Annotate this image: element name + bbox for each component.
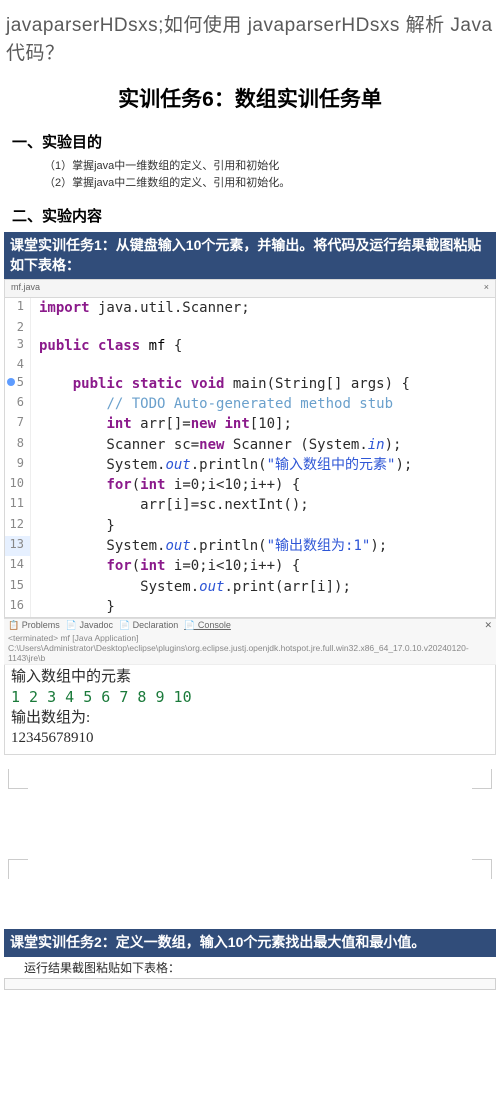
code-line: 8 Scanner sc=new Scanner (System.in); <box>5 435 495 455</box>
panel-tab[interactable]: 📄 Declaration <box>119 620 178 631</box>
task1-header: 课堂实训任务1：从键盘输入10个元素，并输出。将代码及运行结果截图粘贴如下表格： <box>4 232 496 279</box>
line-number: 13 <box>5 536 31 556</box>
line-number: 2 <box>5 319 31 336</box>
code-line: 7 int arr[]=new int[10]; <box>5 414 495 434</box>
line-number: 6 <box>5 394 31 414</box>
code-line: 4 <box>5 356 495 373</box>
goal-item: （1）掌握java中一维数组的定义、引用和初始化 <box>44 158 496 175</box>
task2-subnote: 运行结果截图粘贴如下表格： <box>24 959 496 976</box>
line-number: 10 <box>5 475 31 495</box>
bottom-panel-tabs: 📋 Problems 📄 Javadoc 📄 Declaration 📄 Consol… <box>4 618 496 632</box>
code-text: } <box>31 597 115 617</box>
code-text: public class mf { <box>31 336 182 356</box>
experiment-goals: （1）掌握java中一维数组的定义、引用和初始化 （2）掌握java中二维数组的… <box>44 158 496 191</box>
close-icon[interactable]: × <box>484 282 489 292</box>
console-line: 输出数组为: <box>11 708 489 728</box>
code-line: 14 for(int i=0;i<10;i++) { <box>5 556 495 576</box>
line-number: 8 <box>5 435 31 455</box>
line-number: 7 <box>5 414 31 434</box>
code-text: System.out.print(arr[i]); <box>31 577 351 597</box>
crop-mark-icon <box>8 769 28 789</box>
console-line: 12345678910 <box>11 728 489 748</box>
code-line: 1import java.util.Scanner; <box>5 298 495 318</box>
code-line: 15 System.out.print(arr[i]); <box>5 577 495 597</box>
line-number: 14 <box>5 556 31 576</box>
panel-tab[interactable]: 📄 Javadoc <box>66 620 113 631</box>
line-number: 16 <box>5 597 31 617</box>
close-icon[interactable]: ✕ <box>484 620 492 631</box>
section-heading-content: 二、实验内容 <box>12 205 496 226</box>
panel-tab[interactable]: 📋 Problems <box>8 620 60 631</box>
code-line: 9 System.out.println("输入数组中的元素"); <box>5 455 495 475</box>
empty-code-box <box>4 978 496 990</box>
code-text <box>31 356 39 373</box>
code-text: } <box>31 516 115 536</box>
line-number: 5 <box>5 374 31 394</box>
line-number: 1 <box>5 298 31 318</box>
line-number: 12 <box>5 516 31 536</box>
code-text <box>31 319 39 336</box>
article-title: javaparserHDsxs;如何使用 javaparserHDsxs 解析 … <box>4 8 496 73</box>
line-number: 9 <box>5 455 31 475</box>
code-line: 16 } <box>5 597 495 617</box>
code-editor: 1import java.util.Scanner;23public class… <box>4 297 496 618</box>
panel-tab[interactable]: 📄 Console <box>184 620 231 631</box>
console-line: 输入数组中的元素 <box>11 667 489 687</box>
code-text: // TODO Auto-generated method stub <box>31 394 393 414</box>
task2-header: 课堂实训任务2：定义一数组，输入10个元素找出最大值和最小值。 <box>4 929 496 957</box>
code-line: 10 for(int i=0;i<10;i++) { <box>5 475 495 495</box>
line-number: 4 <box>5 356 31 373</box>
code-text: for(int i=0;i<10;i++) { <box>31 475 300 495</box>
code-text: arr[i]=sc.nextInt(); <box>31 495 309 515</box>
crop-mark-icon <box>472 769 492 789</box>
code-line: 12 } <box>5 516 495 536</box>
code-line: 13 System.out.println("输出数组为:1"); <box>5 536 495 556</box>
code-text: import java.util.Scanner; <box>31 298 250 318</box>
code-line: 5 public static void main(String[] args)… <box>5 374 495 394</box>
editor-tab-label: mf.java <box>11 282 40 292</box>
crop-mark-icon <box>472 859 492 879</box>
code-text: for(int i=0;i<10;i++) { <box>31 556 300 576</box>
code-text: Scanner sc=new Scanner (System.in); <box>31 435 401 455</box>
crop-mark-icon <box>8 859 28 879</box>
section-heading-purpose: 一、实验目的 <box>12 131 496 152</box>
worksheet-title: 实训任务6：数组实训任务单 <box>4 83 496 113</box>
line-number: 3 <box>5 336 31 356</box>
code-line: 11 arr[i]=sc.nextInt(); <box>5 495 495 515</box>
line-number: 15 <box>5 577 31 597</box>
code-text: public static void main(String[] args) { <box>31 374 410 394</box>
line-number: 11 <box>5 495 31 515</box>
code-line: 6 // TODO Auto-generated method stub <box>5 394 495 414</box>
terminated-label: <terminated> mf [Java Application] C:\Us… <box>4 632 496 665</box>
console-output: 输入数组中的元素 1 2 3 4 5 6 7 8 9 10 输出数组为: 123… <box>4 665 496 755</box>
code-line: 3public class mf { <box>5 336 495 356</box>
code-text: int arr[]=new int[10]; <box>31 414 292 434</box>
editor-tab[interactable]: mf.java × <box>4 279 496 297</box>
console-line-input: 1 2 3 4 5 6 7 8 9 10 <box>11 687 489 707</box>
code-text: System.out.println("输出数组为:1"); <box>31 536 387 556</box>
code-line: 2 <box>5 319 495 336</box>
goal-item: （2）掌握java中二维数组的定义、引用和初始化。 <box>44 175 496 192</box>
code-text: System.out.println("输入数组中的元素"); <box>31 455 412 475</box>
